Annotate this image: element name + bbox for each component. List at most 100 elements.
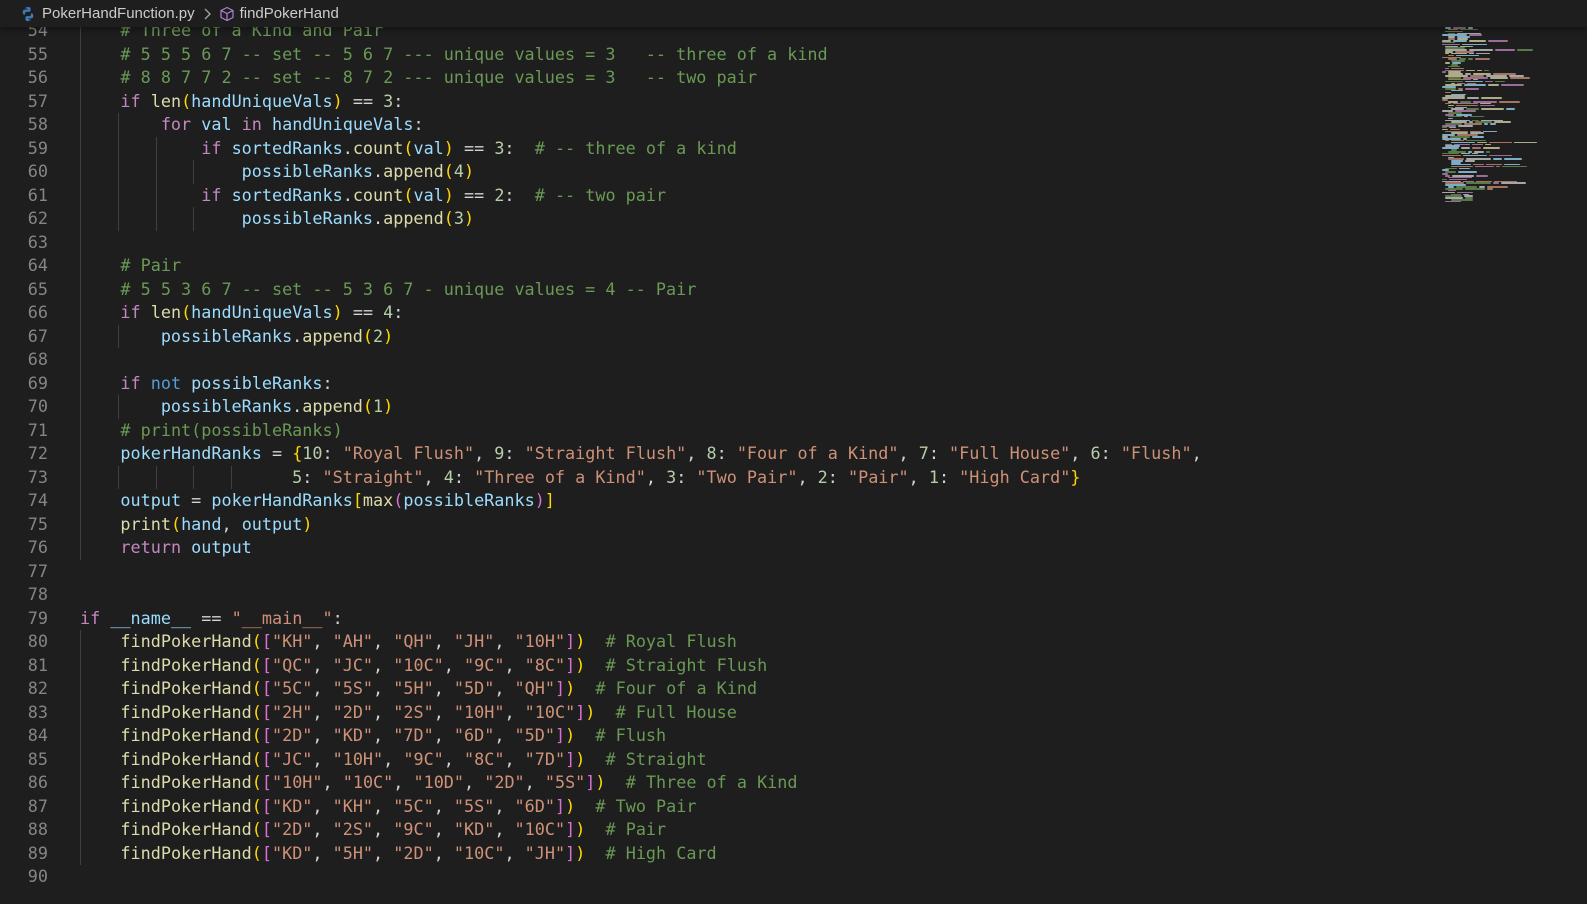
code-line[interactable]: 67 possibleRanks.append(2) xyxy=(0,325,1430,349)
code-token: . xyxy=(373,161,384,181)
indent-guide xyxy=(80,418,81,442)
code-token: ) xyxy=(565,795,576,816)
code-token: ] xyxy=(565,748,576,769)
line-number: 71 xyxy=(27,419,48,440)
code-line[interactable]: 78 xyxy=(0,583,1430,607)
code-line[interactable]: 69 if not possibleRanks: xyxy=(0,372,1430,396)
code-token: : xyxy=(716,443,737,463)
indent-guide xyxy=(80,512,81,536)
line-number: 85 xyxy=(27,748,48,769)
code-line[interactable]: 59 if sortedRanks.count(val) == 3: # -- … xyxy=(0,137,1430,161)
minimap[interactable] xyxy=(1440,27,1565,207)
minimap-line xyxy=(1472,143,1483,146)
code-line[interactable]: 86 findPokerHand(["10H", "10C", "10D", "… xyxy=(0,771,1430,795)
code-token: 9 xyxy=(494,443,505,463)
code-token: append xyxy=(383,161,444,181)
code-token: sortedRanks xyxy=(231,184,343,205)
code-token: , xyxy=(393,772,414,792)
indent-guide xyxy=(193,160,195,184)
code-line[interactable]: 89 findPokerHand(["KD", "5H", "2D", "10C… xyxy=(0,842,1430,866)
code-token: . xyxy=(292,325,303,346)
code-line[interactable]: 71 # print(possibleRanks) xyxy=(0,419,1430,443)
line-number: 62 xyxy=(27,208,48,228)
code-token: , xyxy=(464,772,485,792)
code-token: , xyxy=(1191,443,1202,463)
code-line[interactable]: 81 findPokerHand(["QC", "JC", "10C", "9C… xyxy=(0,654,1430,678)
code-line[interactable]: 57 if len(handUniqueVals) == 3: xyxy=(0,90,1430,114)
code-line[interactable]: 82 findPokerHand(["5C", "5S", "5H", "5D"… xyxy=(0,677,1430,701)
code-line[interactable]: 64 # Pair xyxy=(0,254,1430,278)
code-editor[interactable]: 54 # Three of a Kind and Pair 55 # 5 5 5 … xyxy=(0,17,1430,904)
code-line[interactable]: 58 for val in handUniqueVals: xyxy=(0,113,1430,137)
code-text: findPokerHand(["5C", "5S", "5H", "5D", "… xyxy=(80,677,757,701)
line-number: 88 xyxy=(27,819,48,839)
code-token: "10H" xyxy=(332,748,384,769)
code-token: findPokerHand xyxy=(120,678,252,698)
code-line[interactable]: 66 if len(handUniqueVals) == 4: xyxy=(0,301,1430,325)
minimap-line xyxy=(1483,130,1497,133)
code-token: , xyxy=(373,631,394,651)
code-token: 8 xyxy=(706,443,717,463)
line-number: 87 xyxy=(27,795,48,816)
minimap-line xyxy=(1457,191,1473,194)
code-line[interactable]: 68 xyxy=(0,348,1430,372)
code-token: "__main__" xyxy=(231,607,333,628)
code-line[interactable]: 72 pokerHandRanks = {10: "Royal Flush", … xyxy=(0,442,1430,466)
code-line[interactable]: 79 if __name__ == "__main__": xyxy=(0,607,1430,631)
code-line[interactable]: 55 # 5 5 5 6 7 -- set -- 5 6 7 --- uniqu… xyxy=(0,43,1430,67)
code-token: ) xyxy=(595,772,606,792)
minimap-line xyxy=(1445,139,1449,142)
code-text: findPokerHand(["2D", "KD", "7D", "6D", "… xyxy=(80,724,666,748)
code-line[interactable]: 61 if sortedRanks.count(val) == 2: # -- … xyxy=(0,184,1430,208)
minimap-line xyxy=(1487,187,1493,190)
code-line[interactable]: 63 xyxy=(0,231,1430,255)
code-line[interactable]: 65 # 5 5 3 6 7 -- set -- 5 3 6 7 - uniqu… xyxy=(0,278,1430,302)
code-line[interactable]: 76 return output xyxy=(0,536,1430,560)
code-line[interactable]: 83 findPokerHand(["2H", "2D", "2S", "10H… xyxy=(0,701,1430,725)
code-line[interactable]: 62 possibleRanks.append(3) xyxy=(0,207,1430,231)
code-token: ) xyxy=(443,137,454,158)
minimap-line xyxy=(1514,141,1537,144)
code-comment: # 5 5 3 6 7 -- set -- 5 3 6 7 - unique v… xyxy=(120,278,697,299)
code-line[interactable]: 75 print(hand, output) xyxy=(0,513,1430,537)
minimap-line xyxy=(1483,147,1500,149)
code-line[interactable]: 88 findPokerHand(["2D", "2S", "9C", "KD"… xyxy=(0,818,1430,842)
code-token: possibleRanks xyxy=(160,396,293,416)
minimap-line xyxy=(1493,158,1502,160)
code-line[interactable]: 70 possibleRanks.append(1) xyxy=(0,395,1430,419)
code-line[interactable]: 84 findPokerHand(["2D", "KD", "7D", "6D"… xyxy=(0,724,1430,748)
code-line[interactable]: 87 findPokerHand(["KD", "KH", "5C", "5S"… xyxy=(0,795,1430,819)
code-token: "10H" xyxy=(514,631,566,651)
code-token: ( xyxy=(251,772,262,792)
breadcrumb-file[interactable]: PokerHandFunction.py xyxy=(42,5,195,22)
code-line[interactable]: 85 findPokerHand(["JC", "10H", "9C", "8C… xyxy=(0,748,1430,772)
breadcrumb-symbol[interactable]: findPokerHand xyxy=(240,5,339,22)
code-line[interactable]: 74 output = pokerHandRanks[max(possibleR… xyxy=(0,489,1430,513)
code-token: findPokerHand xyxy=(120,748,252,769)
code-token: ( xyxy=(443,208,454,228)
code-token: , xyxy=(312,678,333,698)
code-line[interactable]: 56 # 8 8 7 7 2 -- set -- 8 7 2 --- uniqu… xyxy=(0,66,1430,90)
code-token: val xyxy=(413,137,444,158)
code-line[interactable]: 80 findPokerHand(["KH", "AH", "QH", "JH"… xyxy=(0,630,1430,654)
code-text: 5: "Straight", 4: "Three of a Kind", 3: … xyxy=(80,466,1080,490)
indent-guide xyxy=(155,207,157,231)
code-line[interactable]: 77 xyxy=(0,560,1430,584)
code-line[interactable]: 90 xyxy=(0,865,1430,889)
minimap-line xyxy=(1465,80,1483,83)
code-token: , xyxy=(494,631,515,651)
code-line[interactable]: 60 possibleRanks.append(4) xyxy=(0,160,1430,184)
code-token: : xyxy=(928,443,950,463)
minimap-line xyxy=(1469,34,1482,36)
code-token: , xyxy=(645,466,667,487)
code-line[interactable]: 73 5: "Straight", 4: "Three of a Kind", … xyxy=(0,466,1430,490)
indent-guide xyxy=(80,818,81,842)
line-number: 73 xyxy=(27,466,48,487)
